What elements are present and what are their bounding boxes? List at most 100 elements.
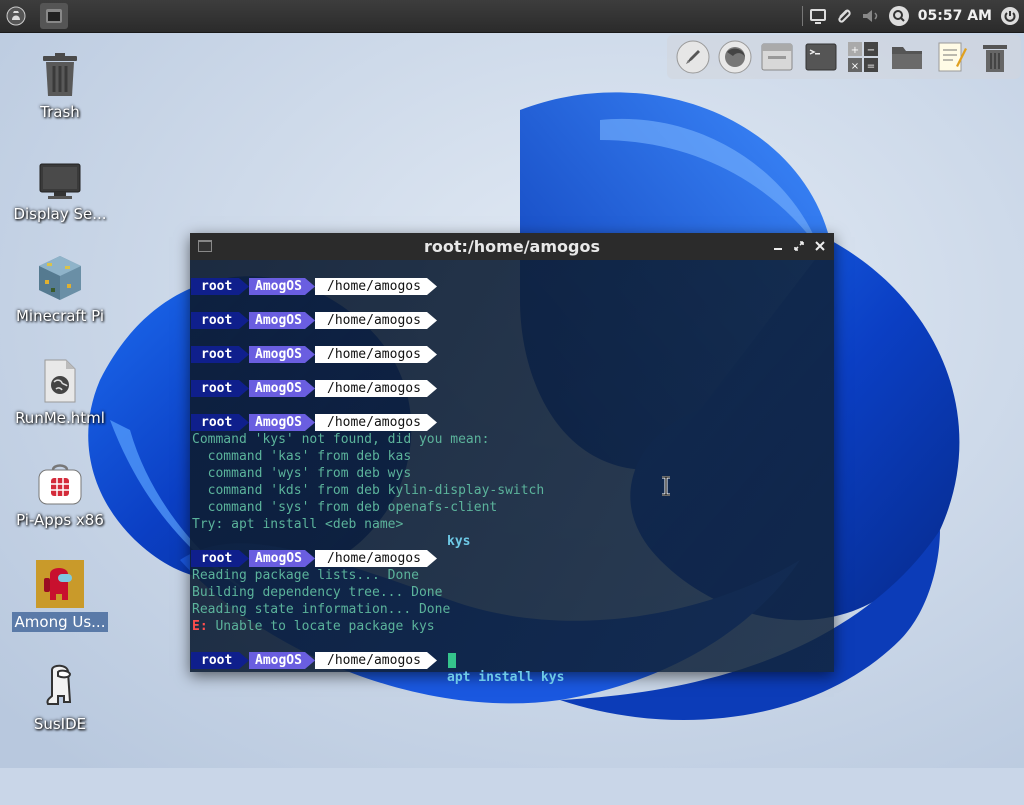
prompt-line: root AmogOS /home/amogos — [190, 278, 834, 295]
desktop-icon-pi-apps[interactable]: Pi-Apps x86 — [8, 450, 112, 540]
output-line: Try: apt install <deb name> — [192, 517, 404, 532]
text-editor-icon — [938, 42, 967, 72]
desktop-icon-suside[interactable]: SusIDE — [8, 654, 112, 744]
output-line: command 'wys' from deb wys — [192, 466, 412, 481]
minimize-button[interactable] — [770, 238, 786, 254]
desktop-icon-label: RunMe.html — [15, 409, 105, 427]
error-text: Unable to locate package kys — [207, 619, 435, 634]
desktop-icon-label: Minecraft Pi — [15, 307, 104, 325]
dock-text-editor[interactable] — [933, 39, 969, 75]
powerline-arrow-icon — [305, 346, 315, 363]
powerline-arrow-icon — [305, 312, 315, 329]
output-line: Reading state information... Done — [192, 602, 451, 617]
powerline-arrow-icon — [427, 380, 437, 397]
desktop-icon-among-us[interactable]: Among Us... — [8, 552, 112, 642]
prompt-path: /home/amogos — [315, 550, 427, 567]
prompt-line: root AmogOS /home/amogos — [190, 380, 834, 397]
screen-icon[interactable] — [808, 6, 828, 26]
dock-window[interactable] — [759, 39, 795, 75]
paperclip-icon[interactable] — [834, 6, 854, 26]
prompt-path: /home/amogos — [315, 414, 427, 431]
prompt-host: AmogOS — [249, 550, 305, 567]
prompt-path: /home/amogos — [315, 346, 427, 363]
output-line: Building dependency tree... Done — [192, 585, 443, 600]
prompt-path: /home/amogos — [315, 312, 427, 329]
maximize-icon — [794, 241, 804, 251]
volume-icon[interactable] — [860, 6, 882, 26]
prompt-host: AmogOS — [249, 380, 305, 397]
prompt-user: root — [191, 346, 239, 363]
desktop-icon-label: Among Us... — [11, 612, 109, 632]
close-button[interactable] — [812, 238, 828, 254]
maximize-button[interactable] — [791, 238, 807, 254]
prompt-line: root AmogOS /home/amogos — [190, 346, 834, 363]
terminal-titlebar[interactable]: root:/home/amogos — [190, 233, 834, 260]
desktop-icon-display-settings[interactable]: Display Se... — [8, 144, 112, 234]
terminal-body[interactable]: root AmogOS /home/amogos root AmogOS /ho… — [190, 260, 834, 685]
dock-calculator[interactable]: + − × = — [845, 39, 881, 75]
dock-folder[interactable] — [889, 39, 925, 75]
dock-launcher[interactable] — [675, 39, 711, 75]
prompt-user: root — [191, 550, 239, 567]
command-text: kys — [447, 534, 471, 549]
minimize-icon — [774, 248, 782, 250]
powerline-arrow-icon — [305, 380, 315, 397]
top-panel: 05:57 AM — [0, 0, 1024, 33]
powerline-arrow-icon — [239, 346, 249, 363]
desktop-icon-runme-html[interactable]: RunMe.html — [8, 348, 112, 438]
svg-text:−: − — [867, 45, 875, 56]
dock-terminal[interactable] — [803, 39, 839, 75]
powerline-arrow-icon — [239, 278, 249, 295]
desktop-icon-label: Trash — [40, 103, 80, 121]
among-us-icon — [36, 560, 84, 608]
prompt-user: root — [191, 278, 239, 295]
dock-firefox[interactable] — [717, 39, 753, 75]
powerline-arrow-icon — [305, 652, 315, 669]
menu-icon — [6, 6, 26, 26]
dock-trash[interactable] — [977, 39, 1013, 75]
error-line: E: Unable to locate package kys — [192, 618, 435, 635]
prompt-host: AmogOS — [249, 346, 305, 363]
desktop-icon-label: Display Se... — [13, 205, 107, 223]
output-line: command 'kas' from deb kas — [192, 449, 412, 464]
powerline-arrow-icon — [305, 414, 315, 431]
dock: + − × = — [667, 35, 1021, 79]
output-line: Command 'kys' not found, did you mean: — [192, 432, 490, 447]
clock[interactable]: 05:57 AM — [918, 0, 992, 32]
window-icon — [761, 43, 793, 71]
prompt-user: root — [191, 414, 239, 431]
prompt-path: /home/amogos — [315, 278, 427, 295]
prompt-path: /home/amogos — [315, 652, 427, 669]
prompt-line: root AmogOS /home/amogos — [190, 652, 834, 669]
desktop-icon-minecraft-pi[interactable]: Minecraft Pi — [8, 246, 112, 336]
powerline-arrow-icon — [239, 312, 249, 329]
powerline-arrow-icon — [239, 414, 249, 431]
terminal-icon — [805, 43, 837, 71]
prompt-line: root AmogOS /home/amogos apt install kys — [190, 550, 834, 685]
powerline-arrow-icon — [427, 550, 437, 567]
menu-button[interactable] — [2, 3, 30, 29]
panel-separator — [802, 6, 803, 26]
powerline-arrow-icon — [427, 414, 437, 431]
calculator-icon: + − × = — [848, 42, 878, 72]
output-line: Reading package lists... Done — [192, 568, 419, 583]
taskbar-terminal-button[interactable] — [40, 3, 68, 29]
prompt-user: root — [191, 652, 239, 669]
desktop-icon-trash[interactable]: Trash — [8, 42, 112, 132]
search-icon[interactable] — [888, 5, 910, 27]
html-file-icon — [44, 359, 76, 403]
prompt-user: root — [191, 380, 239, 397]
prompt-line: root AmogOS /home/amogos kys — [190, 414, 834, 549]
ibeam-cursor-icon — [662, 476, 670, 496]
prompt-path: /home/amogos — [315, 380, 427, 397]
prompt-host: AmogOS — [249, 652, 305, 669]
suside-icon — [46, 664, 72, 705]
power-button[interactable] — [996, 3, 1024, 29]
terminal-window[interactable]: root:/home/amogos root AmogOS /home/amog… — [190, 233, 834, 685]
window-title: root:/home/amogos — [424, 237, 600, 256]
firefox-icon — [718, 40, 752, 74]
powerline-arrow-icon — [305, 550, 315, 567]
output-line: command 'kds' from deb kylin-display-swi… — [192, 483, 545, 498]
svg-text:×: × — [851, 61, 859, 72]
powerline-arrow-icon — [427, 652, 437, 669]
